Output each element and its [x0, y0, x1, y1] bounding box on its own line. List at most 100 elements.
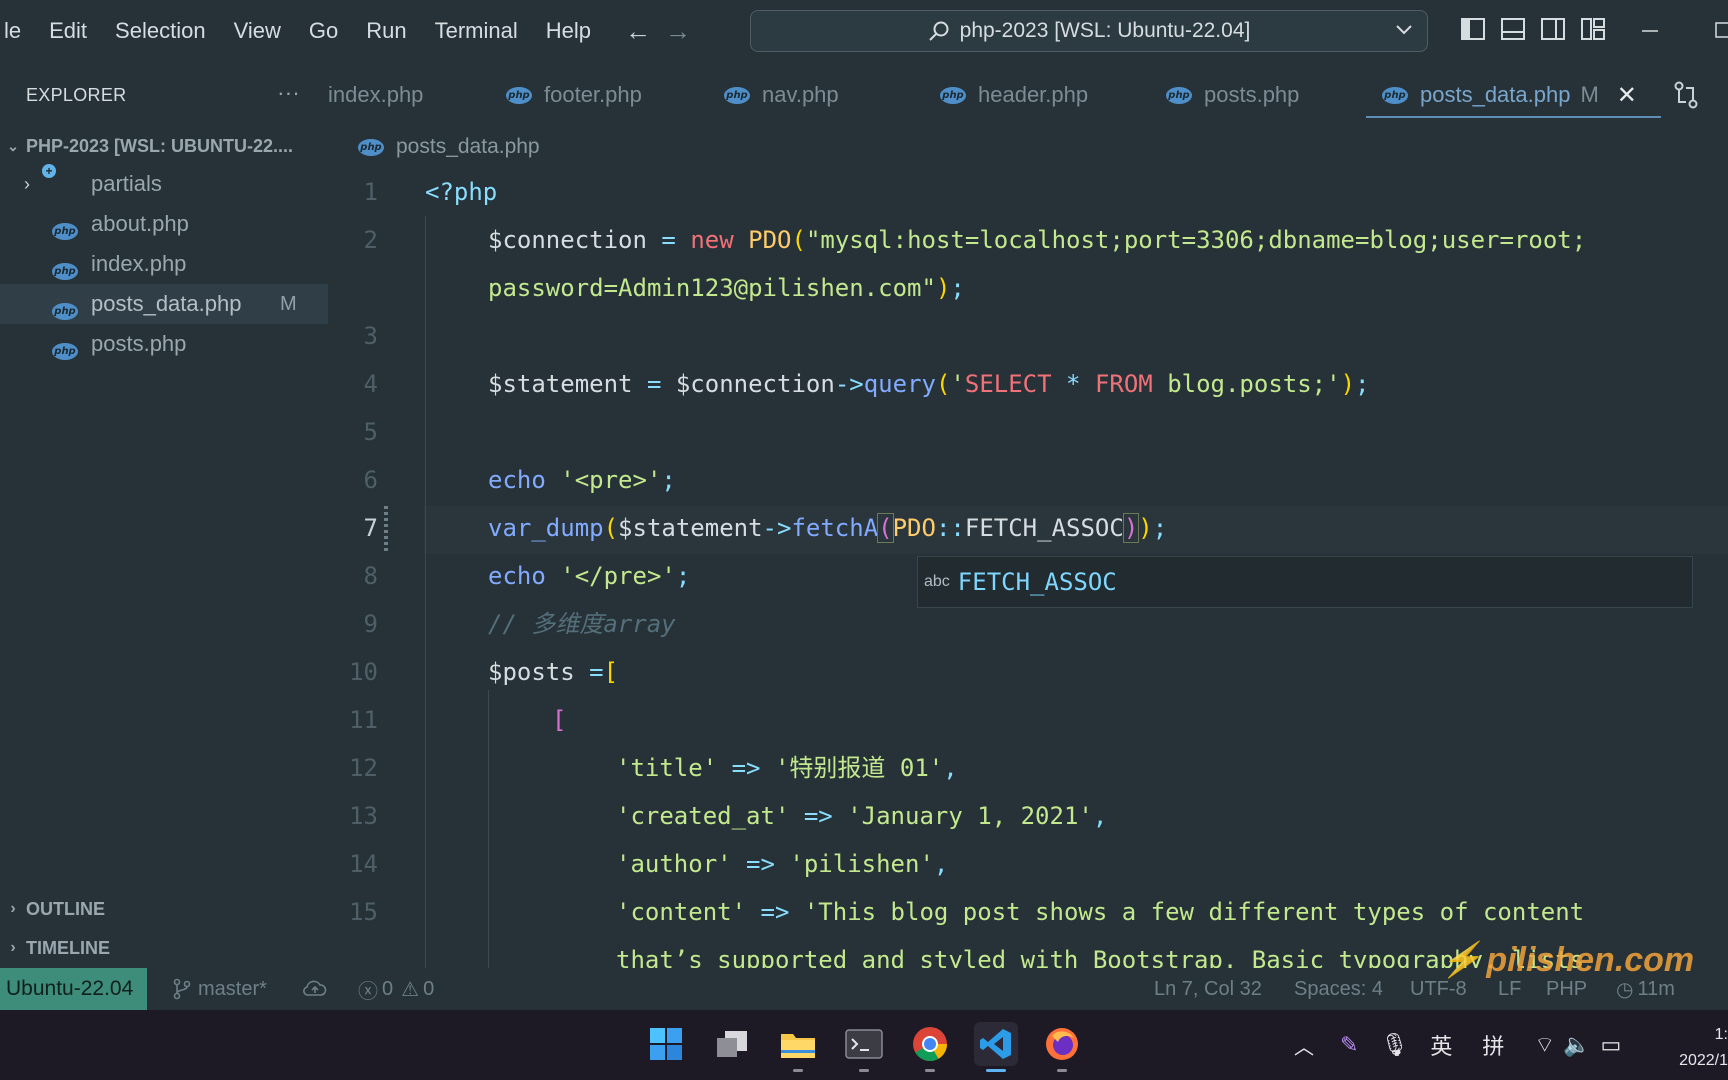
- menu-terminal[interactable]: Terminal: [421, 0, 532, 62]
- code-line-14: 'author' => 'pilishen',: [616, 850, 949, 878]
- line-number: 8: [363, 562, 378, 590]
- tree-file-about[interactable]: php about.php: [0, 204, 328, 244]
- tree-file-posts[interactable]: php posts.php: [0, 324, 328, 364]
- breadcrumb[interactable]: php posts_data.php: [358, 130, 540, 164]
- line-number: 11: [349, 706, 378, 734]
- menu-help[interactable]: Help: [532, 0, 605, 62]
- back-arrow-icon[interactable]: ←: [625, 16, 651, 47]
- tab-header[interactable]: php header.php: [940, 62, 1088, 128]
- indentation-status[interactable]: Spaces: 4: [1294, 968, 1383, 1010]
- menu-edit[interactable]: Edit: [35, 0, 101, 62]
- php-file-icon: php: [52, 214, 78, 240]
- terminal-icon: [845, 1029, 883, 1059]
- minimize-icon[interactable]: [1640, 14, 1660, 44]
- modified-line-gutter: [384, 506, 388, 554]
- menu-go[interactable]: Go: [295, 0, 352, 62]
- tab-nav[interactable]: php nav.php: [724, 62, 839, 128]
- volume-icon[interactable]: 🔈: [1563, 1032, 1590, 1058]
- error-count: 0: [382, 977, 394, 1000]
- windows-logo-icon: [650, 1028, 682, 1060]
- branch-status[interactable]: master*: [172, 968, 267, 1010]
- tab-posts-data[interactable]: php posts_data.php M ✕: [1366, 62, 1661, 128]
- layout-controls: [1460, 16, 1606, 42]
- breadcrumb-file: posts_data.php: [396, 135, 540, 158]
- toggle-panel-icon[interactable]: [1500, 16, 1526, 42]
- timeline-section[interactable]: › TIMELINE: [0, 931, 110, 965]
- outline-section[interactable]: › OUTLINE: [0, 892, 105, 926]
- window-controls: [1640, 14, 1728, 44]
- search-icon: [928, 21, 949, 41]
- close-tab-icon[interactable]: ✕: [1617, 81, 1637, 110]
- toggle-sidebar-icon[interactable]: [1460, 16, 1486, 42]
- watermark-text: pilishen.com: [1486, 941, 1695, 979]
- command-center-label: php-2023 [WSL: Ubuntu-22.04]: [959, 19, 1251, 42]
- customize-layout-icon[interactable]: [1580, 16, 1606, 42]
- line-number: 12: [349, 754, 378, 782]
- line-number: 13: [349, 802, 378, 830]
- cursor-position[interactable]: Ln 7, Col 32: [1154, 968, 1262, 1010]
- tree-folder-partials[interactable]: › partials: [0, 164, 328, 204]
- menu-view[interactable]: View: [220, 0, 295, 62]
- more-actions-icon[interactable]: ···: [277, 80, 300, 106]
- php-file-icon: php: [358, 138, 384, 156]
- taskbar-app-terminal[interactable]: [842, 1022, 886, 1072]
- line-number: 3: [363, 322, 378, 350]
- ime-mode-pinyin[interactable]: 拼: [1482, 1029, 1504, 1061]
- remote-indicator[interactable]: Ubuntu-22.04: [0, 968, 148, 1010]
- menu-run[interactable]: Run: [352, 0, 420, 62]
- php-file-icon: php: [506, 86, 532, 104]
- title-bar: le Edit Selection View Go Run Terminal H…: [0, 0, 1728, 62]
- maximize-icon[interactable]: [1712, 14, 1728, 44]
- menu-file[interactable]: le: [0, 0, 35, 62]
- battery-icon[interactable]: ▭: [1601, 1032, 1622, 1058]
- tab-label: posts_data.php: [1420, 82, 1571, 107]
- tree-file-index[interactable]: php index.php: [0, 244, 328, 284]
- php-file-icon: php: [52, 254, 78, 280]
- taskbar-clock[interactable]: 1: 2022/1: [1668, 1022, 1728, 1074]
- start-button[interactable]: [644, 1022, 688, 1066]
- compare-changes-icon[interactable]: [1672, 80, 1700, 110]
- tab-posts[interactable]: php posts.php: [1166, 62, 1299, 128]
- menu-selection[interactable]: Selection: [101, 0, 220, 62]
- taskbar-app-chrome[interactable]: [908, 1022, 952, 1072]
- warning-icon: ⚠: [401, 978, 420, 1001]
- taskbar-app-vscode[interactable]: [974, 1022, 1018, 1072]
- chevron-right-icon: ›: [24, 173, 30, 194]
- code-line-15: 'content' => 'This blog post shows a few…: [616, 898, 1585, 926]
- chrome-icon: [913, 1027, 947, 1061]
- pen-icon[interactable]: ✎: [1340, 1032, 1358, 1058]
- running-indicator: [925, 1069, 935, 1072]
- taskbar-app-firefox[interactable]: [1040, 1022, 1084, 1072]
- show-hidden-icons[interactable]: ︿: [1294, 1031, 1314, 1060]
- ime-mode-english[interactable]: 英: [1430, 1029, 1452, 1061]
- code-line-2: $connection = new PDO("mysql:host=localh…: [488, 226, 1587, 254]
- project-root[interactable]: ⌄ PHP-2023 [WSL: UBUNTU-22....: [0, 128, 328, 164]
- eol-label: LF: [1498, 977, 1522, 1000]
- branch-label: master*: [198, 977, 267, 1000]
- tree-file-posts-data[interactable]: php posts_data.php M: [0, 284, 328, 324]
- cloud-upload-icon: [303, 980, 327, 996]
- tree-item-label: about.php: [91, 211, 189, 236]
- autocomplete-suggestion[interactable]: abc FETCH_ASSOC: [917, 556, 1693, 608]
- sync-status[interactable]: [302, 968, 328, 1010]
- explorer-title: EXPLORER: [26, 84, 127, 105]
- suggestion-text: FETCH_ASSOC: [958, 568, 1117, 596]
- task-view-button[interactable]: [710, 1022, 754, 1066]
- line-number: 5: [363, 418, 378, 446]
- microphone-icon[interactable]: 🎙: [1380, 1032, 1408, 1058]
- toggle-secondary-sidebar-icon[interactable]: [1540, 16, 1566, 42]
- tab-index[interactable]: index.php: [328, 62, 423, 128]
- task-view-icon: [717, 1031, 747, 1057]
- forward-arrow-icon[interactable]: →: [665, 16, 691, 47]
- tab-actions: [1672, 80, 1700, 115]
- code-line-1: <?php: [425, 178, 498, 206]
- taskbar-app-explorer[interactable]: [776, 1022, 820, 1072]
- tab-footer[interactable]: php footer.php: [506, 62, 642, 128]
- chevron-down-icon[interactable]: [1393, 19, 1415, 41]
- timeline-label: TIMELINE: [26, 937, 110, 958]
- command-center[interactable]: php-2023 [WSL: Ubuntu-22.04]: [750, 10, 1428, 52]
- tree-item-label: posts.php: [91, 331, 187, 356]
- problems-status[interactable]: ⓧ 0 ⚠ 0: [358, 968, 434, 1010]
- chevron-down-icon: ⌄: [7, 137, 19, 154]
- wifi-icon[interactable]: ⌔: [1534, 1031, 1555, 1059]
